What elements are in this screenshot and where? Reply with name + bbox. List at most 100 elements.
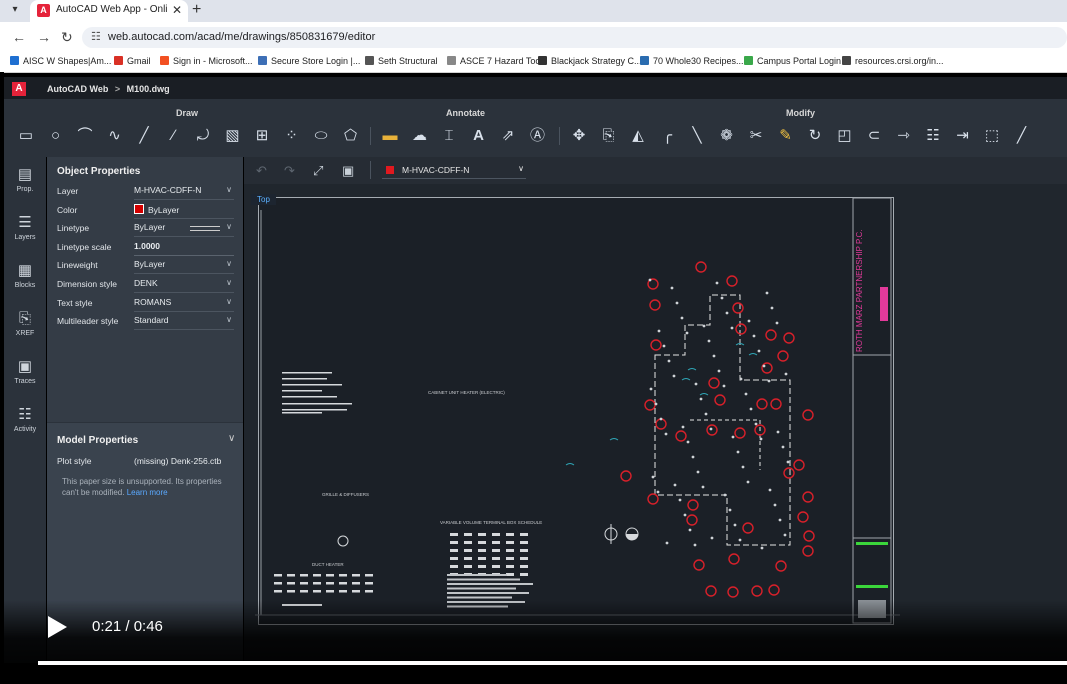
polyline-icon[interactable]: ⤾ bbox=[193, 126, 213, 146]
dimension-icon[interactable]: ⌶ bbox=[439, 126, 459, 146]
play-icon[interactable] bbox=[48, 616, 67, 638]
ellipse-icon[interactable]: ⬭ bbox=[311, 126, 331, 146]
duct-heater-cell bbox=[287, 582, 295, 585]
title-green-bar bbox=[856, 542, 888, 545]
property-value-multileader-style[interactable]: Standard ∨ bbox=[134, 315, 234, 331]
array-icon[interactable]: ⊞ bbox=[252, 126, 272, 146]
url-text: web.autocad.com/acad/me/drawings/8508316… bbox=[108, 31, 376, 43]
rail-item-xref[interactable]: ⎘ XREF bbox=[4, 310, 46, 337]
leader-icon[interactable]: ⇗ bbox=[498, 126, 518, 146]
schedule-cell bbox=[506, 541, 514, 544]
property-value-lineweight[interactable]: ByLayer ∨ bbox=[134, 259, 234, 275]
vav-schedule-label: VARIABLE VOLUME TERMINAL BOX SCHEDULE bbox=[440, 520, 542, 525]
zoom-window-icon[interactable]: ▣ bbox=[342, 163, 354, 179]
collapse-chevron-icon[interactable]: ∨ bbox=[228, 433, 235, 444]
revision-cloud-icon[interactable]: ☁ bbox=[410, 126, 430, 146]
stretch-icon[interactable]: ⇥ bbox=[953, 126, 973, 146]
back-icon[interactable]: ← bbox=[12, 29, 26, 45]
forward-icon[interactable]: → bbox=[37, 29, 51, 45]
schedule-cell bbox=[520, 533, 528, 536]
arc-icon[interactable]: ⌒ bbox=[75, 126, 95, 146]
new-tab-icon[interactable]: + bbox=[192, 1, 201, 19]
diffuser-symbol bbox=[761, 362, 773, 374]
undo-icon[interactable]: ↶ bbox=[256, 163, 267, 179]
rail-item-traces[interactable]: ▣ Traces bbox=[4, 358, 46, 385]
bookmark-item[interactable]: ASCE 7 Hazard Tool bbox=[447, 56, 542, 66]
explode-icon[interactable]: ☷ bbox=[923, 126, 943, 146]
learn-more-link[interactable]: Learn more bbox=[127, 488, 168, 497]
video-progress-bar[interactable] bbox=[38, 661, 1067, 665]
close-tab-icon[interactable]: ✕ bbox=[172, 3, 182, 17]
move-icon[interactable]: ✥ bbox=[569, 126, 589, 146]
rail-item-layers[interactable]: ☰ Layers bbox=[4, 214, 46, 241]
construction-line-icon[interactable]: ∕ bbox=[164, 126, 184, 146]
offset-icon[interactable]: ⊂ bbox=[864, 126, 884, 146]
rotate-icon[interactable]: ↻ bbox=[805, 126, 825, 146]
browser-tab[interactable]: A AutoCAD Web App - Online CAD ✕ bbox=[30, 0, 188, 22]
bookmark-item[interactable]: Blackjack Strategy C... bbox=[538, 56, 642, 66]
general-notes-line bbox=[282, 403, 352, 405]
property-value-layer[interactable]: M-HVAC-CDFF-N ∨ bbox=[134, 185, 234, 200]
rail-item-blocks[interactable]: ▦ Blocks bbox=[4, 262, 46, 289]
hatch-icon[interactable]: ▧ bbox=[223, 126, 243, 146]
bookmark-item[interactable]: Sign in - Microsoft... bbox=[160, 56, 253, 66]
property-value-linetype[interactable]: ByLayer ∨ bbox=[134, 222, 234, 238]
bookmark-item[interactable]: Seth Structural bbox=[365, 56, 438, 66]
duct-heater-cell bbox=[352, 582, 360, 585]
schedule-cell bbox=[450, 541, 458, 544]
property-value-color[interactable]: ByLayer bbox=[134, 203, 234, 219]
property-value-linetype-scale[interactable]: 1.0000 bbox=[134, 241, 234, 256]
block-icon[interactable]: ⬚ bbox=[982, 126, 1002, 146]
scale-icon[interactable]: ◰ bbox=[835, 126, 855, 146]
schedule-cell bbox=[464, 557, 472, 560]
tab-search-icon[interactable]: ▾ bbox=[8, 4, 22, 18]
text-icon[interactable]: A bbox=[469, 126, 489, 146]
line-icon[interactable]: ╱ bbox=[134, 126, 154, 146]
diffuser-symbol bbox=[770, 398, 782, 410]
bookmark-item[interactable]: Gmail bbox=[114, 56, 151, 66]
group-icon[interactable]: ❁ bbox=[717, 126, 737, 146]
chamfer-icon[interactable]: ╲ bbox=[687, 126, 707, 146]
find-text-icon[interactable]: Ⓐ bbox=[528, 126, 548, 146]
bookmark-item[interactable]: Campus Portal Login bbox=[744, 56, 841, 66]
site-info-icon[interactable]: ☷ bbox=[91, 30, 101, 43]
bookmark-item[interactable]: resources.crsi.org/in... bbox=[842, 56, 944, 66]
property-value-text-style[interactable]: ROMANS ∨ bbox=[134, 297, 234, 312]
extend-icon[interactable]: ⇾ bbox=[894, 126, 914, 146]
property-value-dimension-style[interactable]: DENK ∨ bbox=[134, 278, 234, 293]
rectangle-icon[interactable]: ▭ bbox=[16, 126, 36, 146]
bookmark-item[interactable]: AISC W Shapes|Am... bbox=[10, 56, 111, 66]
bookmark-item[interactable]: Secure Store Login |... bbox=[258, 56, 360, 66]
autocad-logo-icon[interactable]: A bbox=[12, 82, 26, 96]
duct-heater-cell bbox=[326, 590, 334, 593]
spline-icon[interactable]: ∿ bbox=[105, 126, 125, 146]
schedule-cell bbox=[464, 533, 472, 536]
circle-icon[interactable]: ○ bbox=[46, 126, 66, 146]
bookmark-item[interactable]: 70 Whole30 Recipes... bbox=[640, 56, 744, 66]
break-icon[interactable]: ╱ bbox=[1012, 126, 1032, 146]
redo-icon[interactable]: ↷ bbox=[284, 163, 295, 179]
reload-icon[interactable]: ↻ bbox=[61, 29, 73, 46]
trim-icon[interactable]: ✂ bbox=[746, 126, 766, 146]
rail-item-prop[interactable]: ▤ Prop. bbox=[4, 166, 46, 193]
fixture-dot bbox=[664, 432, 668, 436]
layer-dropdown[interactable]: M-HVAC-CDFF-N ∨ bbox=[382, 163, 526, 179]
schedule-cell bbox=[520, 549, 528, 552]
schedule-cell bbox=[450, 533, 458, 536]
copy-icon[interactable]: ⎘ bbox=[599, 126, 619, 146]
point-icon[interactable]: ⁘ bbox=[282, 126, 302, 146]
autocad-favicon-icon: A bbox=[37, 4, 50, 17]
modify-group-label: Modify bbox=[786, 108, 815, 118]
zoom-extents-icon[interactable]: ⤢ bbox=[313, 163, 323, 179]
diffuser-symbol bbox=[783, 332, 795, 344]
erase-icon[interactable]: ✎ bbox=[776, 126, 796, 146]
fillet-icon[interactable]: ╭ bbox=[658, 126, 678, 146]
polygon-icon[interactable]: ⬠ bbox=[341, 126, 361, 146]
diffuser-symbol bbox=[751, 585, 763, 597]
fixture-dot bbox=[778, 518, 782, 522]
rail-item-activity[interactable]: ☷ Activity bbox=[4, 406, 46, 433]
mirror-icon[interactable]: ◭ bbox=[628, 126, 648, 146]
breadcrumb-product[interactable]: AutoCAD Web bbox=[47, 84, 108, 94]
text-mark-icon[interactable]: ▬ bbox=[380, 126, 400, 146]
tab-title: AutoCAD Web App - Online CAD bbox=[56, 4, 168, 15]
